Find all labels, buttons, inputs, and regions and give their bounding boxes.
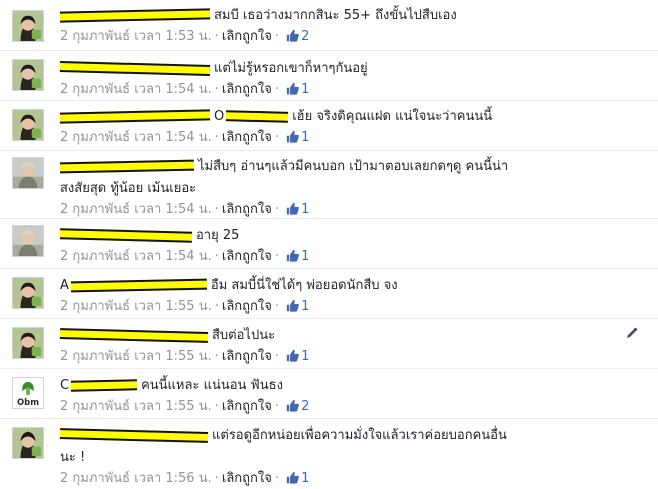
unlike-link[interactable]: เลิกถูกใจ — [222, 130, 272, 145]
like-count[interactable]: 1 — [286, 299, 309, 314]
comment-text: สืบต่อไปนะ — [212, 328, 276, 343]
comment-text: อืม สมบี้นี่ใช่ได้ๆ พ่อยอดนักสืบ จง — [210, 278, 398, 293]
name-initial[interactable]: A — [60, 278, 69, 293]
timestamp[interactable]: 2 กุมภาพันธ์ เวลา 1:54 น. — [60, 249, 212, 264]
redacted-name — [59, 428, 209, 443]
avatar[interactable] — [12, 277, 44, 309]
redacted-name — [226, 110, 289, 123]
like-count[interactable]: 1 — [286, 249, 309, 264]
timestamp[interactable]: 2 กุมภาพันธ์ เวลา 1:54 น. — [60, 202, 212, 217]
like-count[interactable]: 1 — [286, 471, 309, 486]
avatar[interactable] — [12, 59, 44, 91]
comment-text: เฮ้ย จริงดิคุณแฝด แน่ใจนะว่าคนนนี้ — [292, 109, 493, 124]
unlike-link[interactable]: เลิกถูกใจ — [222, 249, 272, 264]
redacted-name — [59, 109, 211, 124]
thumbs-up-icon — [286, 399, 300, 412]
redacted-name — [59, 61, 211, 76]
timestamp[interactable]: 2 กุมภาพันธ์ เวลา 1:56 น. — [60, 471, 212, 486]
comment-text-continued: สงสัยสุด ทู้น้อย เม้นเยอะ — [60, 181, 197, 196]
timestamp[interactable]: 2 กุมภาพันธ์ เวลา 1:54 น. — [60, 82, 212, 97]
timestamp[interactable]: 2 กุมภาพันธ์ เวลา 1:54 น. — [60, 130, 212, 145]
like-count[interactable]: 1 — [286, 130, 309, 145]
avatar[interactable]: Obm — [12, 377, 44, 409]
name-initial[interactable]: C — [60, 378, 69, 393]
redacted-name — [59, 8, 211, 23]
pencil-icon[interactable] — [625, 326, 639, 340]
redacted-name — [70, 379, 138, 392]
avatar[interactable] — [12, 327, 44, 359]
unlike-link[interactable]: เลิกถูกใจ — [222, 299, 272, 314]
avatar[interactable] — [12, 10, 44, 42]
comment-text: สมบี เธอว่างมากกสินะ 55+ ถึงขั้นไปสืบเอง — [214, 8, 457, 23]
timestamp[interactable]: 2 กุมภาพันธ์ เวลา 1:55 น. — [60, 349, 212, 364]
unlike-link[interactable]: เลิกถูกใจ — [222, 399, 272, 414]
thumbs-up-icon — [286, 299, 300, 312]
thumbs-up-icon — [286, 249, 300, 262]
thumbs-up-icon — [286, 349, 300, 362]
unlike-link[interactable]: เลิกถูกใจ — [222, 82, 272, 97]
thumbs-up-icon — [286, 471, 300, 484]
comment-text-continued: นะ ! — [60, 450, 86, 465]
like-count[interactable]: 2 — [286, 399, 309, 414]
timestamp[interactable]: 2 กุมภาพันธ์ เวลา 1:53 น. — [60, 29, 212, 44]
redacted-name — [59, 159, 195, 174]
unlike-link[interactable]: เลิกถูกใจ — [222, 202, 272, 217]
unlike-link[interactable]: เลิกถูกใจ — [222, 29, 272, 44]
comment-text: แต่รอดูอีกหน่อยเพื่อความมั่งใจแล้วเราค่อ… — [212, 428, 507, 443]
comment-text: อายุ 25 — [196, 228, 240, 243]
like-count[interactable]: 1 — [286, 202, 309, 217]
thumbs-up-icon — [286, 202, 300, 215]
avatar[interactable] — [12, 157, 44, 189]
redacted-name — [59, 328, 209, 343]
svg-text:Obm: Obm — [17, 397, 39, 407]
like-count[interactable]: 1 — [286, 349, 309, 364]
comment-text: คนนี้แหละ แน่นอน ฟันธง — [141, 378, 283, 393]
name-initial[interactable]: O — [214, 109, 224, 124]
avatar[interactable] — [12, 225, 44, 257]
unlike-link[interactable]: เลิกถูกใจ — [222, 349, 272, 364]
comment-text: แต่ไม่รู้หรอกเขาก็หาๆกันอยู่ — [214, 61, 368, 76]
like-count[interactable]: 1 — [286, 82, 309, 97]
avatar[interactable] — [12, 109, 44, 141]
redacted-name — [70, 278, 208, 293]
avatar[interactable] — [12, 427, 44, 459]
comment-text: ไม่สืบๆ อ่านๆแล้วมีคนบอก เป้ามาตอบเลยกดๆ… — [198, 159, 509, 174]
thumbs-up-icon — [286, 29, 300, 42]
timestamp[interactable]: 2 กุมภาพันธ์ เวลา 1:55 น. — [60, 399, 212, 414]
thumbs-up-icon — [286, 82, 300, 95]
timestamp[interactable]: 2 กุมภาพันธ์ เวลา 1:55 น. — [60, 299, 212, 314]
redacted-name — [59, 228, 193, 243]
unlike-link[interactable]: เลิกถูกใจ — [222, 471, 272, 486]
like-count[interactable]: 2 — [286, 29, 309, 44]
thumbs-up-icon — [286, 130, 300, 143]
